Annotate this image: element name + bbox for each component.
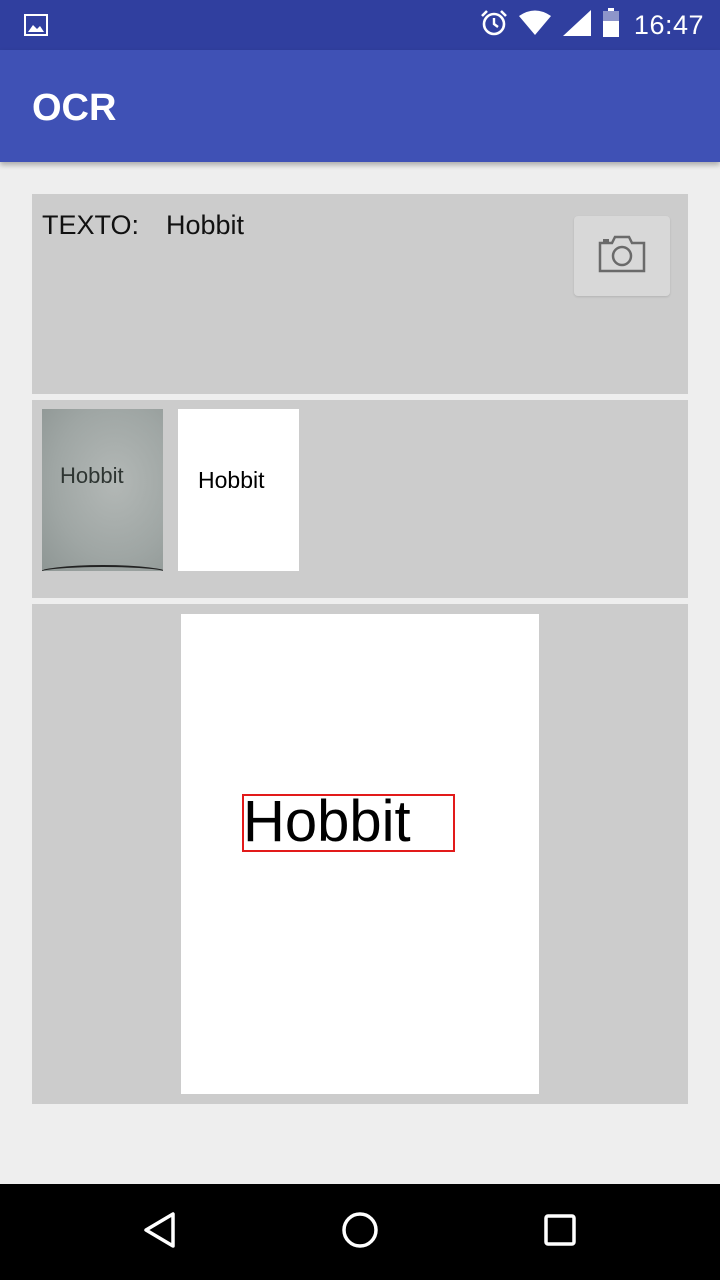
back-icon	[140, 1210, 180, 1255]
photo-edge	[42, 565, 163, 571]
recents-button[interactable]	[536, 1208, 584, 1256]
status-time: 16:47	[633, 9, 704, 40]
signal-icon	[562, 9, 592, 42]
home-button[interactable]	[336, 1208, 384, 1256]
app-title: OCR	[32, 87, 117, 129]
photo-text: Hobbit	[60, 463, 124, 488]
camera-button[interactable]	[574, 216, 670, 296]
detection-panel: Hobbit	[32, 604, 688, 1104]
texto-label: TEXTO:	[42, 210, 140, 240]
status-icons: 16:47	[480, 0, 704, 50]
texto-value: Hobbit	[166, 210, 245, 240]
recents-icon	[540, 1210, 580, 1255]
camera-icon	[597, 234, 647, 279]
word-bounding-box	[242, 794, 455, 852]
original-photo-thumbnail[interactable]: Hobbit	[42, 409, 163, 571]
detection-image: Hobbit	[181, 614, 539, 1094]
image-icon	[24, 14, 48, 36]
home-icon	[340, 1210, 380, 1255]
alarm-icon	[480, 9, 508, 42]
result-text-panel: TEXTO: Hobbit	[32, 194, 688, 394]
back-button[interactable]	[136, 1208, 184, 1256]
thumbnails-panel: Hobbit Hobbit	[32, 400, 688, 598]
wifi-icon	[518, 10, 552, 41]
binary-text: Hobbit	[198, 467, 265, 493]
app-bar: OCR	[0, 50, 720, 162]
binarized-thumbnail[interactable]: Hobbit	[178, 409, 299, 571]
status-bar: 16:47	[0, 0, 720, 50]
battery-icon	[602, 7, 620, 43]
navigation-bar	[0, 1184, 720, 1280]
